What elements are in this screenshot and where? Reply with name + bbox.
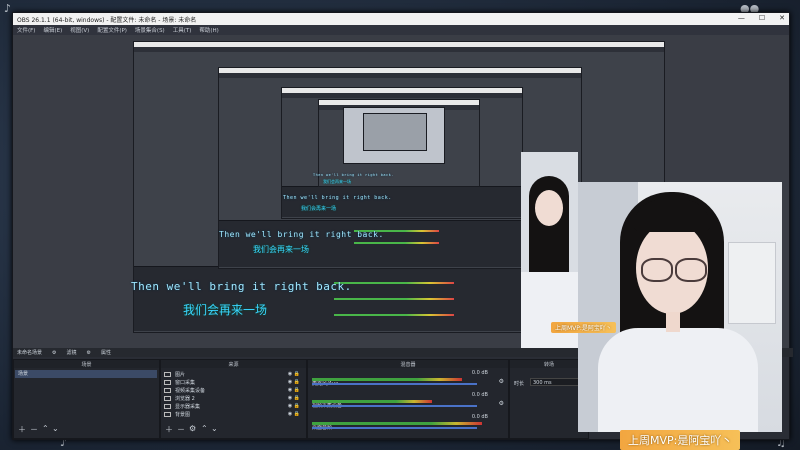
window-titlebar: OBS 26.1.1 (64-bit, windows) - 配置文件: 未命名… <box>13 13 789 25</box>
monitor-icon <box>164 403 171 409</box>
eye-icon[interactable]: ◉ 🔒 <box>288 403 300 409</box>
eye-icon[interactable]: ◉ 🔒 <box>288 395 300 401</box>
subtitle-chinese: 我们会再来一场 <box>183 303 268 317</box>
nametag-echo: 上周MVP:是阿宝吖丶 <box>551 322 616 333</box>
glasses-left <box>641 258 673 282</box>
image-icon <box>164 411 171 417</box>
volume-slider[interactable] <box>312 383 477 385</box>
mixer-channel: 麦克风/Aux 0.0 dB ⚙ <box>312 370 504 390</box>
menu-edit[interactable]: 编辑(E) <box>43 26 62 34</box>
window-icon <box>164 379 171 385</box>
image-icon <box>164 371 171 377</box>
up-icon[interactable]: ⌃ <box>201 424 208 433</box>
sources-header: 来源 <box>161 360 306 368</box>
mixer-channel: 桌面音频 0.0 dB <box>312 414 504 434</box>
source-item[interactable]: 显示器采集 ◉ 🔒 <box>161 402 306 410</box>
webcam-echo-small <box>521 152 578 348</box>
up-icon[interactable]: ⌃ <box>42 424 49 433</box>
settings-icon[interactable]: ⚙ <box>87 350 91 356</box>
captured-meter <box>334 282 454 284</box>
subtitle-chinese-echo: 我们会再来一场 <box>323 179 351 184</box>
current-scene-label: 未命名场景 <box>17 350 43 356</box>
volume-meter <box>312 422 482 425</box>
down-icon[interactable]: ⌄ <box>52 424 59 433</box>
mixer-header: 混音器 <box>308 360 508 368</box>
gear-icon[interactable]: ⚙ <box>189 424 196 433</box>
subtitle-chinese-echo: 我们会再来一场 <box>253 245 309 254</box>
menu-help[interactable]: 帮助(H) <box>199 26 218 34</box>
shelf <box>728 242 776 324</box>
sources-dock: 来源 图片 ◉ 🔒 窗口采集 ◉ 🔒 视频采集设备 ◉ 🔒 浏览器 2 ◉ 🔒 显示器采… <box>160 359 307 439</box>
volume-slider[interactable] <box>312 405 477 407</box>
gear-icon[interactable]: ⚙ <box>52 350 56 356</box>
webcam-feed <box>578 182 782 432</box>
browser-icon <box>164 395 171 401</box>
window-title: OBS 26.1.1 (64-bit, windows) - 配置文件: 未命名… <box>17 16 197 24</box>
eye-icon[interactable]: ◉ 🔒 <box>288 387 300 393</box>
scenes-dock: 场景 场景 ＋ － ⌃ ⌄ <box>13 359 160 439</box>
filter-button[interactable]: 滤镜 <box>67 349 77 356</box>
menu-view[interactable]: 视图(V) <box>70 26 89 34</box>
mvp-nametag: 上周MVP:是阿宝吖丶 <box>620 430 741 450</box>
properties-button[interactable]: 属性 <box>101 349 111 356</box>
chalk-note-icon: ♪ <box>4 2 12 15</box>
subtitle-english: Then we'll bring it right back. <box>131 280 352 293</box>
eye-icon[interactable]: ◉ 🔒 <box>288 379 300 385</box>
menu-scene-collection[interactable]: 场景集合(S) <box>135 26 165 34</box>
menu-file[interactable]: 文件(F) <box>17 26 35 34</box>
captured-meter <box>334 314 454 316</box>
eye-icon[interactable]: ◉ 🔒 <box>288 371 300 377</box>
source-item[interactable]: 窗口采集 ◉ 🔒 <box>161 378 306 386</box>
subtitle-english-echo: Then we'll bring it right back. <box>219 230 384 239</box>
duration-label: 时长 <box>514 381 525 387</box>
menu-tools[interactable]: 工具(T) <box>173 26 192 34</box>
eye-icon[interactable]: ◉ 🔒 <box>288 411 300 417</box>
transitions-dock: 转场 时长 300 ms <box>509 359 589 439</box>
camera-icon <box>164 387 171 393</box>
source-item[interactable]: 图片 ◉ 🔒 <box>161 370 306 378</box>
subtitle-chinese-echo: 我们会再来一场 <box>301 206 337 212</box>
volume-slider[interactable] <box>312 427 477 429</box>
source-item[interactable]: 背景图 ◉ 🔒 <box>161 410 306 418</box>
minimize-button[interactable]: — <box>738 14 745 22</box>
add-icon[interactable]: ＋ <box>165 424 173 435</box>
remove-icon[interactable]: － <box>30 424 38 435</box>
subtitle-english-echo: Then we'll bring it right back. <box>283 195 392 201</box>
transitions-header: 转场 <box>510 360 588 368</box>
duration-input[interactable]: 300 ms <box>530 378 580 386</box>
glasses-right <box>675 258 707 282</box>
gear-icon[interactable]: ⚙ <box>499 400 504 407</box>
scene-item[interactable]: 场景 <box>15 370 157 378</box>
remove-icon[interactable]: － <box>177 424 185 435</box>
maximize-button[interactable]: ☐ <box>759 14 765 22</box>
close-button[interactable]: ✕ <box>779 14 785 22</box>
mixer-channel: 视频采集设备 0.0 dB ⚙ <box>312 392 504 412</box>
subtitle-english-echo: Then we'll bring it right back. <box>313 173 394 177</box>
source-item[interactable]: 视频采集设备 ◉ 🔒 <box>161 386 306 394</box>
menu-bar: 文件(F) 编辑(E) 视图(V) 配置文件(P) 场景集合(S) 工具(T) … <box>13 25 789 35</box>
add-icon[interactable]: ＋ <box>18 424 26 435</box>
captured-meter <box>334 298 454 300</box>
source-item[interactable]: 浏览器 2 ◉ 🔒 <box>161 394 306 402</box>
mixer-dock: 混音器 麦克风/Aux 0.0 dB ⚙ 视频采集设备 0.0 dB ⚙ 桌面音… <box>307 359 509 439</box>
volume-meter <box>312 400 432 403</box>
gear-icon[interactable]: ⚙ <box>499 378 504 385</box>
captured-window-6 <box>363 113 427 151</box>
volume-meter <box>312 378 462 381</box>
menu-profile[interactable]: 配置文件(P) <box>97 26 127 34</box>
scenes-header: 场景 <box>14 360 159 368</box>
down-icon[interactable]: ⌄ <box>211 424 218 433</box>
